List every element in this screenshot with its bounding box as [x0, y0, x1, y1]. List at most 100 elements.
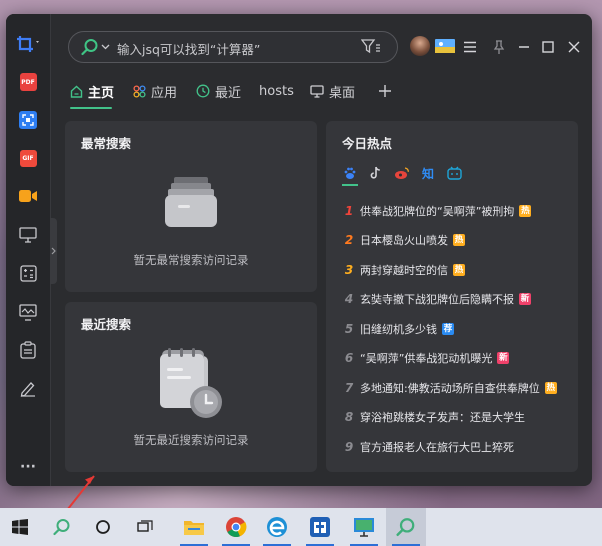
plus-icon — [379, 85, 391, 97]
remote-desktop-icon[interactable] — [344, 508, 384, 546]
more-icon[interactable]: ··· — [17, 457, 39, 477]
pin-icon[interactable] — [492, 40, 506, 54]
hot-item-text: 穿浴袍跳楼女子发声：还是大学生 — [360, 411, 525, 424]
hot-rank: 6 — [344, 351, 354, 365]
gif-label: GIF — [19, 149, 37, 167]
hot-badge: 热 — [544, 382, 557, 394]
edge-icon[interactable] — [257, 508, 297, 546]
hot-item[interactable]: 8 穿浴袍跳楼女子发声：还是大学生 — [342, 407, 525, 427]
hot-badge: 新 — [497, 352, 510, 364]
hot-badge: 热 — [519, 205, 532, 217]
hot-item[interactable]: 4 玄奘寺撤下战犯牌位后隐瞒不报新 — [342, 289, 531, 309]
tab-home-label: 主页 — [88, 85, 115, 101]
tab-recent-label: 最近 — [215, 85, 242, 101]
monitor-icon — [310, 84, 324, 98]
hot-item[interactable]: 6 “吴啊萍”供奉战犯动机曝光新 — [342, 348, 510, 368]
tab-apps[interactable]: 应用 — [133, 80, 177, 102]
hot-item[interactable]: 3 两封穿越时空的信热 — [342, 260, 465, 280]
hot-rank: 5 — [344, 322, 354, 336]
tab-desktop[interactable]: 桌面 — [310, 80, 355, 102]
skin-icon[interactable] — [434, 39, 456, 53]
zhihu-icon[interactable]: 知 — [420, 165, 436, 181]
hot-topics-title: 今日热点 — [342, 136, 393, 151]
hot-rank: 2 — [344, 233, 354, 247]
empty-calendar-icon — [160, 348, 222, 418]
weibo-icon[interactable] — [394, 165, 410, 181]
hot-badge: 热 — [453, 264, 465, 276]
menu-icon[interactable] — [463, 40, 477, 54]
minimize-icon[interactable] — [517, 40, 531, 54]
search-bar[interactable]: 输入jsq可以找到“计算器” — [68, 31, 398, 63]
search-icon[interactable] — [42, 508, 82, 546]
search-app-icon[interactable] — [386, 508, 426, 546]
tab-recent[interactable]: 最近 — [196, 80, 241, 102]
most-searched-empty-text: 暂无最常搜索访问记录 — [133, 253, 249, 267]
tab-hosts[interactable]: hosts — [259, 80, 294, 102]
hot-item[interactable]: 7 多地通知:佛教活动场所自查供奉牌位热 — [342, 378, 557, 398]
launcher-window: PDF GIF ··· 输入jsq可以找到“计算器” 主页 应用 最近 host… — [6, 14, 592, 486]
douyin-icon[interactable] — [368, 165, 384, 181]
tab-home[interactable]: 主页 — [70, 80, 114, 102]
clipboard-icon[interactable] — [17, 340, 39, 360]
display-icon[interactable] — [17, 225, 39, 245]
hot-item-text: 两封穿越时空的信 — [360, 264, 448, 277]
search-input[interactable]: 输入jsq可以找到“计算器” — [117, 39, 260, 58]
tab-hosts-label: hosts — [259, 83, 294, 99]
avatar[interactable] — [410, 36, 430, 56]
hot-source-tabs: 知 — [342, 165, 482, 186]
app-icon[interactable] — [300, 508, 340, 546]
pdf-icon[interactable]: PDF — [17, 72, 39, 92]
hot-rank: 8 — [344, 410, 354, 424]
pen-icon[interactable] — [17, 378, 39, 398]
empty-box-icon — [165, 177, 217, 227]
hot-badge: 荐 — [442, 323, 454, 335]
scan-icon[interactable] — [17, 110, 39, 130]
search-icon — [81, 39, 98, 56]
sidebar-collapse-handle[interactable] — [50, 218, 57, 284]
hot-topics-card: 今日热点 知 1 供奉战犯牌位的“吴啊萍”被刑拘热 2 日本樱岛火山喷发热 3 两封穿越时… — [326, 121, 578, 472]
close-icon[interactable] — [567, 40, 581, 54]
hot-item-text: 玄奘寺撤下战犯牌位后隐瞒不报 — [360, 293, 514, 306]
chrome-icon[interactable] — [216, 508, 256, 546]
tab-active-indicator — [70, 107, 112, 109]
most-searched-title: 最常搜索 — [81, 136, 132, 151]
hot-item[interactable]: 2 日本樱岛火山喷发热 — [342, 230, 465, 250]
add-tab-button[interactable] — [378, 80, 392, 102]
apps-icon — [133, 84, 146, 98]
hot-badge: 热 — [453, 234, 465, 246]
recent-searches-card: 最近搜索 暂无最近搜索访问记录 — [65, 302, 317, 472]
screenshot-icon[interactable] — [15, 34, 43, 54]
baidu-icon[interactable] — [342, 165, 358, 181]
bilibili-icon[interactable] — [446, 165, 462, 181]
filter-icon[interactable] — [361, 39, 381, 55]
hot-rank: 9 — [344, 440, 354, 454]
hot-item-text: 日本樱岛火山喷发 — [360, 234, 448, 247]
hot-item[interactable]: 5 旧缝纫机多少钱荐 — [342, 319, 454, 339]
chevron-down-icon[interactable] — [101, 44, 110, 50]
hot-rank: 3 — [344, 263, 354, 277]
pdf-label: PDF — [19, 73, 37, 91]
file-explorer-icon[interactable] — [174, 508, 214, 546]
hot-rank: 1 — [344, 204, 354, 218]
windows-start-icon[interactable] — [0, 508, 40, 546]
home-icon — [70, 85, 83, 98]
video-icon[interactable] — [17, 186, 39, 206]
hot-item[interactable]: 1 供奉战犯牌位的“吴啊萍”被刑拘热 — [342, 201, 532, 221]
hot-item[interactable]: 9 官方通报老人在旅行大巴上猝死 — [342, 437, 514, 457]
clock-icon — [196, 84, 210, 98]
source-active-indicator — [342, 184, 358, 186]
task-view-icon[interactable] — [125, 508, 165, 546]
gif-icon[interactable]: GIF — [17, 148, 39, 168]
taskbar — [0, 508, 602, 546]
sidebar: PDF GIF ··· — [6, 14, 51, 486]
cortana-icon[interactable] — [83, 508, 123, 546]
recent-searches-empty-text: 暂无最近搜索访问记录 — [133, 433, 249, 447]
hot-item-text: 官方通报老人在旅行大巴上猝死 — [360, 441, 514, 454]
hot-item-text: 多地通知:佛教活动场所自查供奉牌位 — [360, 382, 540, 395]
calculator-icon[interactable] — [17, 263, 39, 283]
maximize-icon[interactable] — [541, 40, 555, 54]
hot-badge: 新 — [519, 293, 531, 305]
hot-rank: 4 — [344, 292, 354, 306]
hot-item-text: 供奉战犯牌位的“吴啊萍”被刑拘 — [360, 205, 515, 218]
monitor-chart-icon[interactable] — [17, 302, 39, 322]
